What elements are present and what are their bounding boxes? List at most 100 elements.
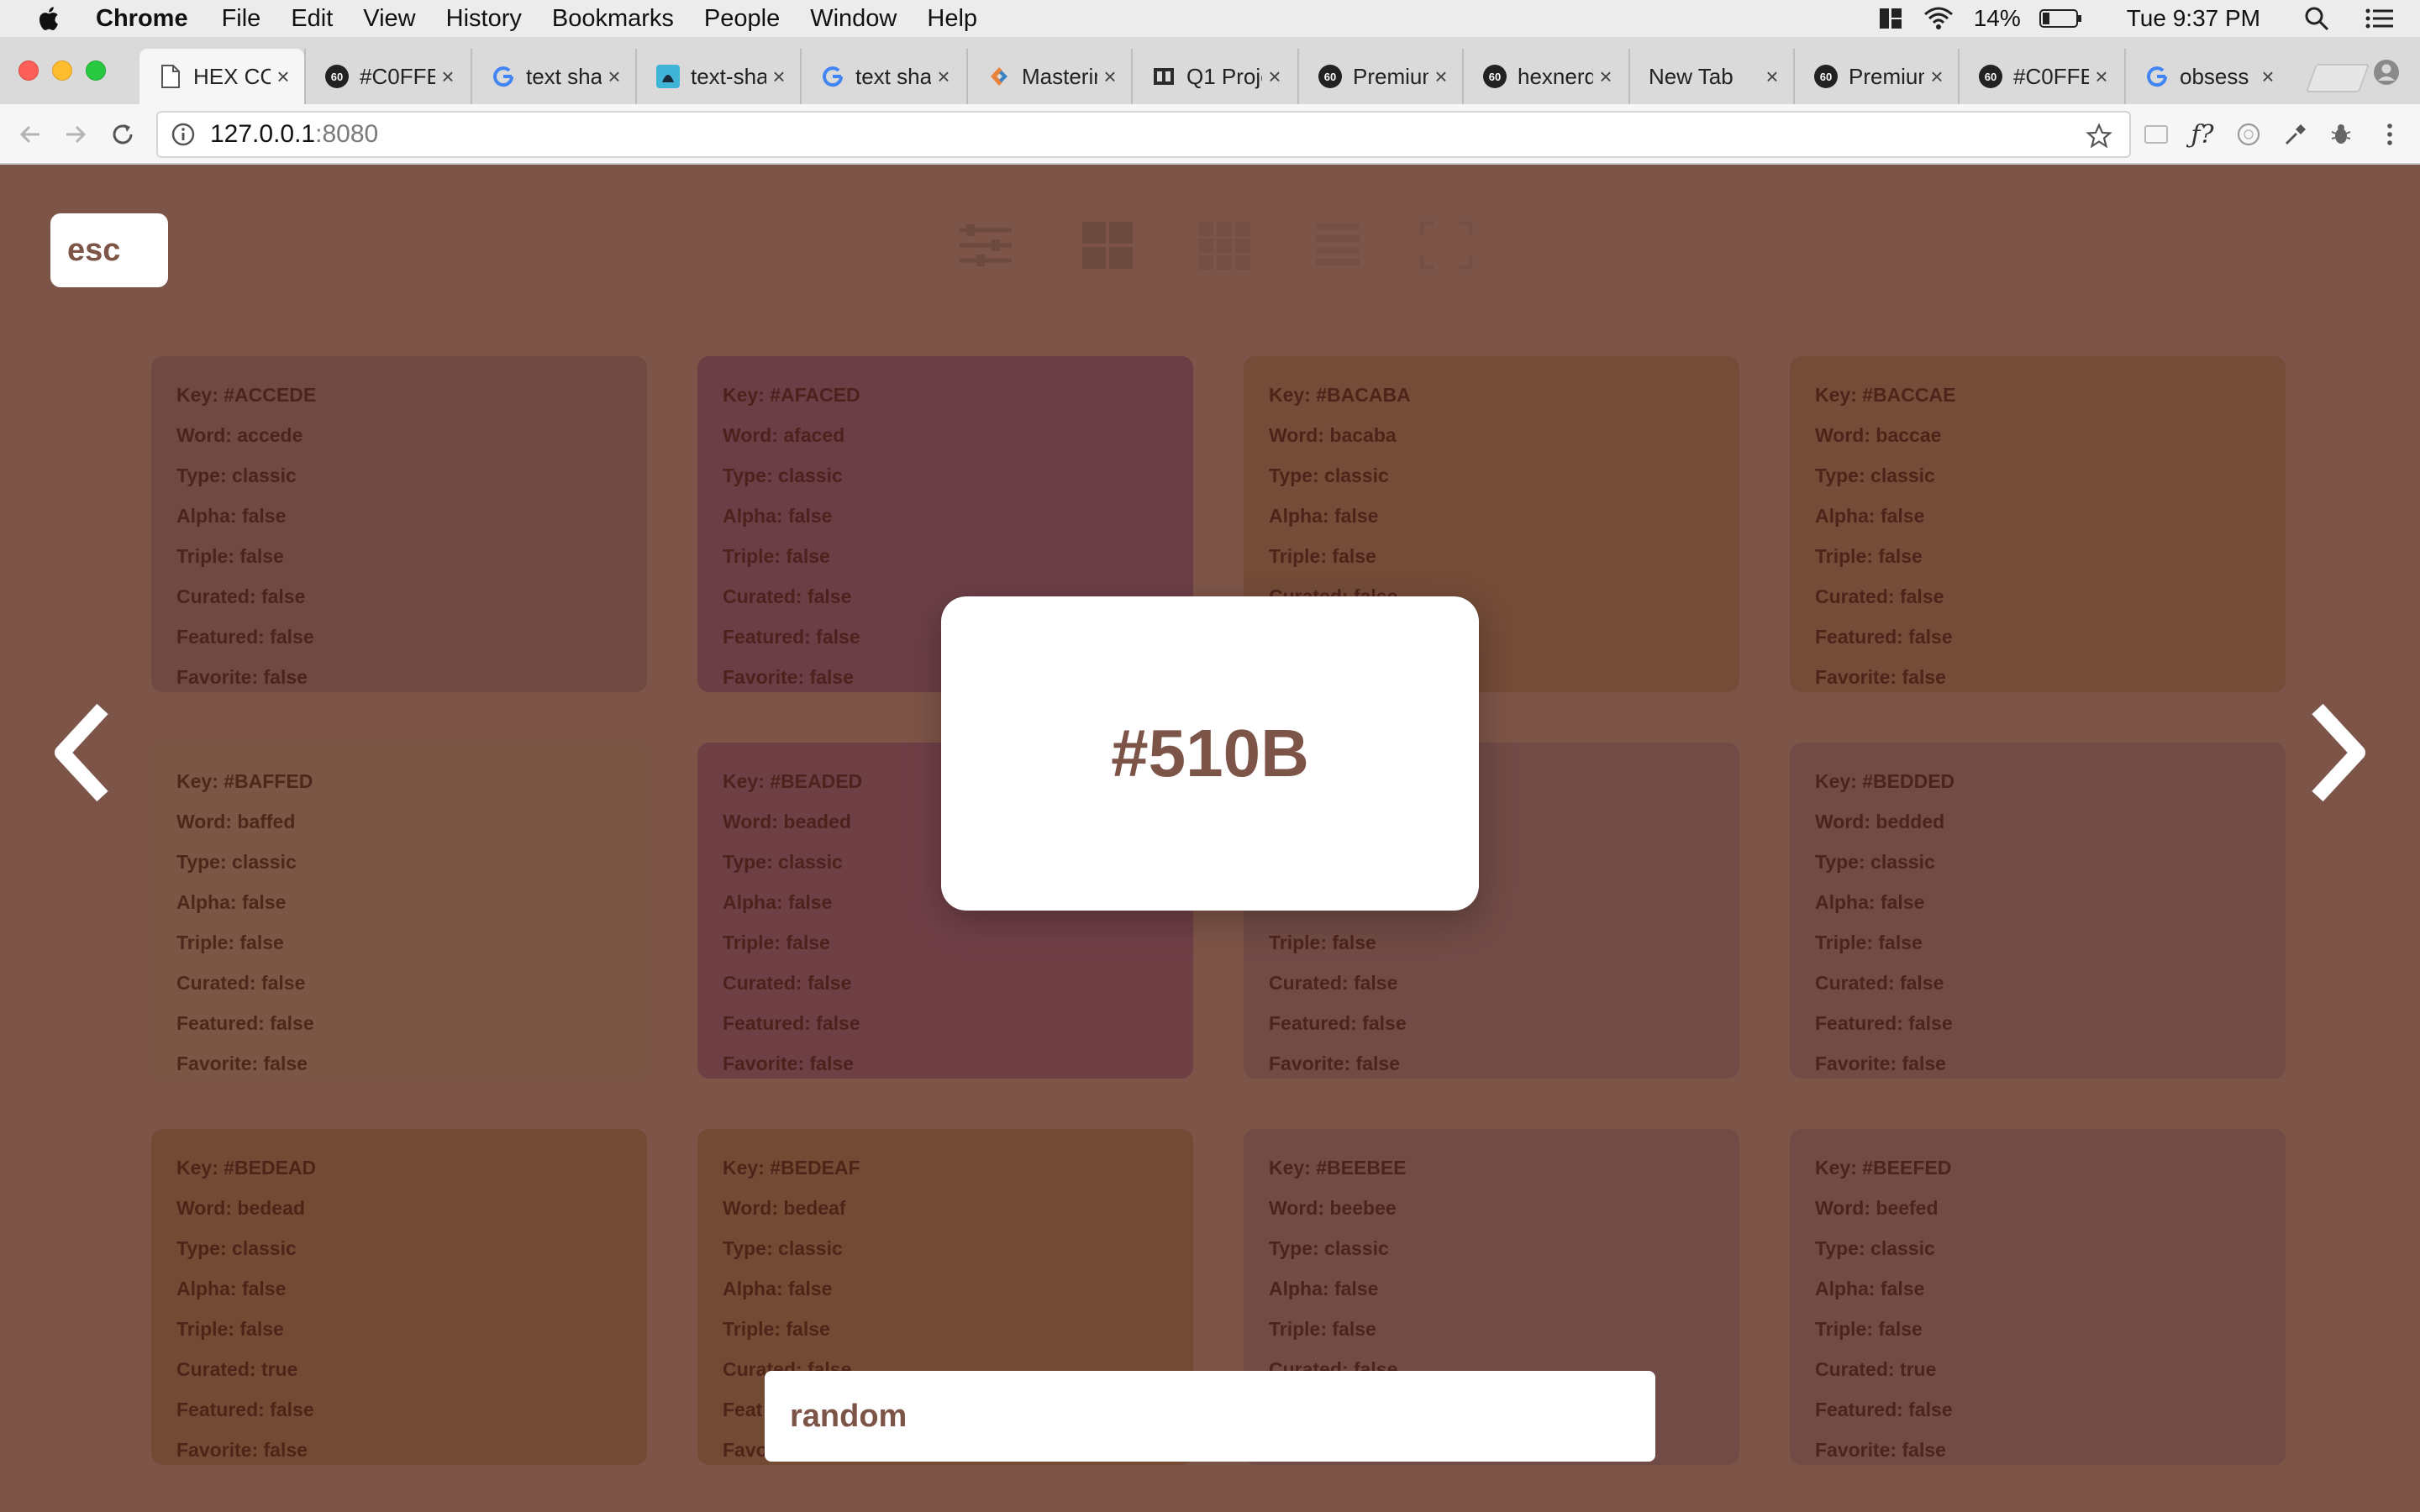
battery-percent: 14% (1973, 5, 2021, 31)
esc-button[interactable]: esc (50, 213, 168, 287)
list-view-icon[interactable] (1311, 220, 1366, 270)
url-host: 127.0.0.1 (210, 120, 316, 148)
browser-tab[interactable]: 60 #C0FFE × (1958, 49, 2123, 104)
spotlight-search-icon[interactable] (2304, 6, 2329, 31)
menu-history[interactable]: History (446, 5, 522, 33)
card-curated: Curated: false (723, 972, 852, 994)
tab-close-icon[interactable]: × (271, 64, 296, 90)
menu-help[interactable]: Help (927, 5, 977, 33)
reload-button[interactable] (106, 118, 139, 151)
hex-input-value[interactable]: #510B (1111, 715, 1309, 792)
extension-eyedropper-button[interactable] (2281, 119, 2311, 150)
card-alpha: Alpha: false (176, 891, 287, 913)
menu-bookmarks[interactable]: Bookmarks (552, 5, 674, 33)
previous-arrow-icon[interactable] (50, 702, 118, 803)
menu-view[interactable]: View (363, 5, 415, 33)
browser-tab[interactable]: text sha × (471, 49, 635, 104)
card-type: Type: classic (1815, 465, 1935, 486)
color-card[interactable]: Key: #BACCAE Word: baccae Type: classic Alp… (1790, 356, 2286, 692)
tab-close-icon[interactable]: × (1760, 64, 1785, 90)
card-word: Word: afaced (723, 424, 845, 446)
card-favorite: Favorite: false (1815, 1053, 1946, 1074)
back-button[interactable] (13, 118, 47, 151)
menu-edit[interactable]: Edit (291, 5, 333, 33)
clock[interactable]: Tue 9:37 PM (2127, 5, 2260, 32)
card-triple: Triple: false (723, 1318, 830, 1340)
browser-tab[interactable]: 60 hexnerd × (1462, 49, 1627, 104)
next-arrow-icon[interactable] (2302, 702, 2370, 803)
back-arrow-icon (19, 125, 39, 144)
site-info-icon[interactable] (171, 123, 195, 146)
browser-tab[interactable]: HEX CO × (139, 49, 304, 104)
chrome-menu-button[interactable] (2375, 119, 2405, 150)
filter-sliders-icon[interactable] (958, 220, 1013, 270)
window-manager-icon[interactable] (1878, 6, 1903, 31)
tab-close-icon[interactable]: × (931, 64, 956, 90)
extension-whatfont-button[interactable]: ƒ? (2185, 119, 2220, 150)
ticket-icon (1151, 64, 1176, 89)
bookmark-star-icon[interactable] (2086, 123, 2112, 150)
new-tab-button[interactable] (2305, 64, 2370, 92)
browser-tab[interactable]: 60 #C0FFE × (304, 49, 469, 104)
small-grid-view-icon[interactable] (1197, 220, 1252, 270)
wifi-icon[interactable] (1922, 6, 1955, 31)
google-icon (2144, 64, 2170, 89)
browser-tab[interactable]: text-sha × (635, 49, 800, 104)
apple-menu-icon[interactable] (35, 5, 60, 32)
browser-tab[interactable]: Q1 Proje× (1131, 49, 1296, 104)
macos-menu-bar: Chrome File Edit View History Bookmarks … (0, 0, 2420, 37)
minimize-window-button[interactable] (52, 60, 72, 81)
menubar-status-area: 14% Tue 9:37 PM (1878, 0, 2395, 37)
card-type: Type: classic (723, 465, 843, 486)
tab-title: obsess (2180, 63, 2249, 89)
close-window-button[interactable] (18, 60, 39, 81)
zoom-window-button[interactable] (86, 60, 106, 81)
tab-close-icon[interactable]: × (2089, 64, 2114, 90)
color-card[interactable]: Key: #BEDDED Word: bedded Type: classic Alp… (1790, 743, 2286, 1079)
menu-window[interactable]: Window (810, 5, 897, 33)
tab-close-icon[interactable]: × (1593, 64, 1618, 90)
tab-close-icon[interactable]: × (766, 64, 792, 90)
svg-text:60: 60 (1985, 71, 1996, 83)
address-bar[interactable]: 127.0.0.1:8080 (156, 111, 2131, 158)
card-type: Type: classic (176, 1237, 297, 1259)
tab-close-icon[interactable]: × (602, 64, 627, 90)
extension-bug-button[interactable] (2326, 119, 2356, 150)
browser-tab[interactable]: text sha × (800, 49, 965, 104)
card-favorite: Favorite: false (1815, 666, 1946, 688)
notification-center-icon[interactable] (2365, 6, 2395, 31)
extension-cast-button[interactable] (2141, 119, 2171, 150)
card-key: Key: #ACCEDE (176, 384, 317, 406)
browser-tab[interactable]: New Tab × (1628, 49, 1793, 104)
extension-circle-button[interactable] (2233, 119, 2264, 150)
browser-tab[interactable]: Masterin × (966, 49, 1131, 104)
tab-close-icon[interactable]: × (1097, 64, 1123, 90)
card-triple: Triple: false (176, 545, 284, 567)
tab-close-icon[interactable]: × (435, 64, 460, 90)
browser-tab[interactable]: obsess × (2124, 49, 2289, 104)
fullscreen-icon[interactable] (1418, 220, 1474, 270)
document-icon (158, 64, 183, 89)
hex-input-modal[interactable]: #510B (941, 596, 1479, 911)
tab-close-icon[interactable]: × (1428, 64, 1454, 90)
browser-tab[interactable]: 60 Premium× (1297, 49, 1462, 104)
color-card[interactable]: Key: #BEEFED Word: beefed Type: classic Alp… (1790, 1129, 2286, 1465)
menu-file[interactable]: File (222, 5, 261, 33)
profile-avatar-icon[interactable] (2373, 59, 2400, 86)
tab-close-icon[interactable]: × (1924, 64, 1949, 90)
card-triple: Triple: false (1269, 1318, 1376, 1340)
tab-close-icon[interactable]: × (1262, 64, 1287, 90)
menu-chrome[interactable]: Chrome (96, 5, 188, 33)
color-card[interactable]: Key: #BEDEAD Word: bedead Type: classic Alp… (151, 1129, 647, 1465)
forward-button[interactable] (59, 118, 92, 151)
color-card[interactable]: Key: #ACCEDE Word: accede Type: classic Alp… (151, 356, 647, 692)
color-card[interactable]: Key: #BAFFED Word: baffed Type: classic Alp… (151, 743, 647, 1079)
large-grid-view-icon[interactable] (1081, 220, 1136, 270)
browser-tab[interactable]: 60 Premium× (1793, 49, 1958, 104)
random-button[interactable]: random (765, 1371, 1655, 1462)
battery-icon[interactable] (2039, 8, 2083, 29)
menu-people[interactable]: People (704, 5, 780, 33)
card-triple: Triple: false (1815, 932, 1923, 953)
tab-close-icon[interactable]: × (2255, 64, 2281, 90)
tab-strip: HEX CO × 60 #C0FFE × text sha × text-sha × text s… (0, 37, 2420, 104)
